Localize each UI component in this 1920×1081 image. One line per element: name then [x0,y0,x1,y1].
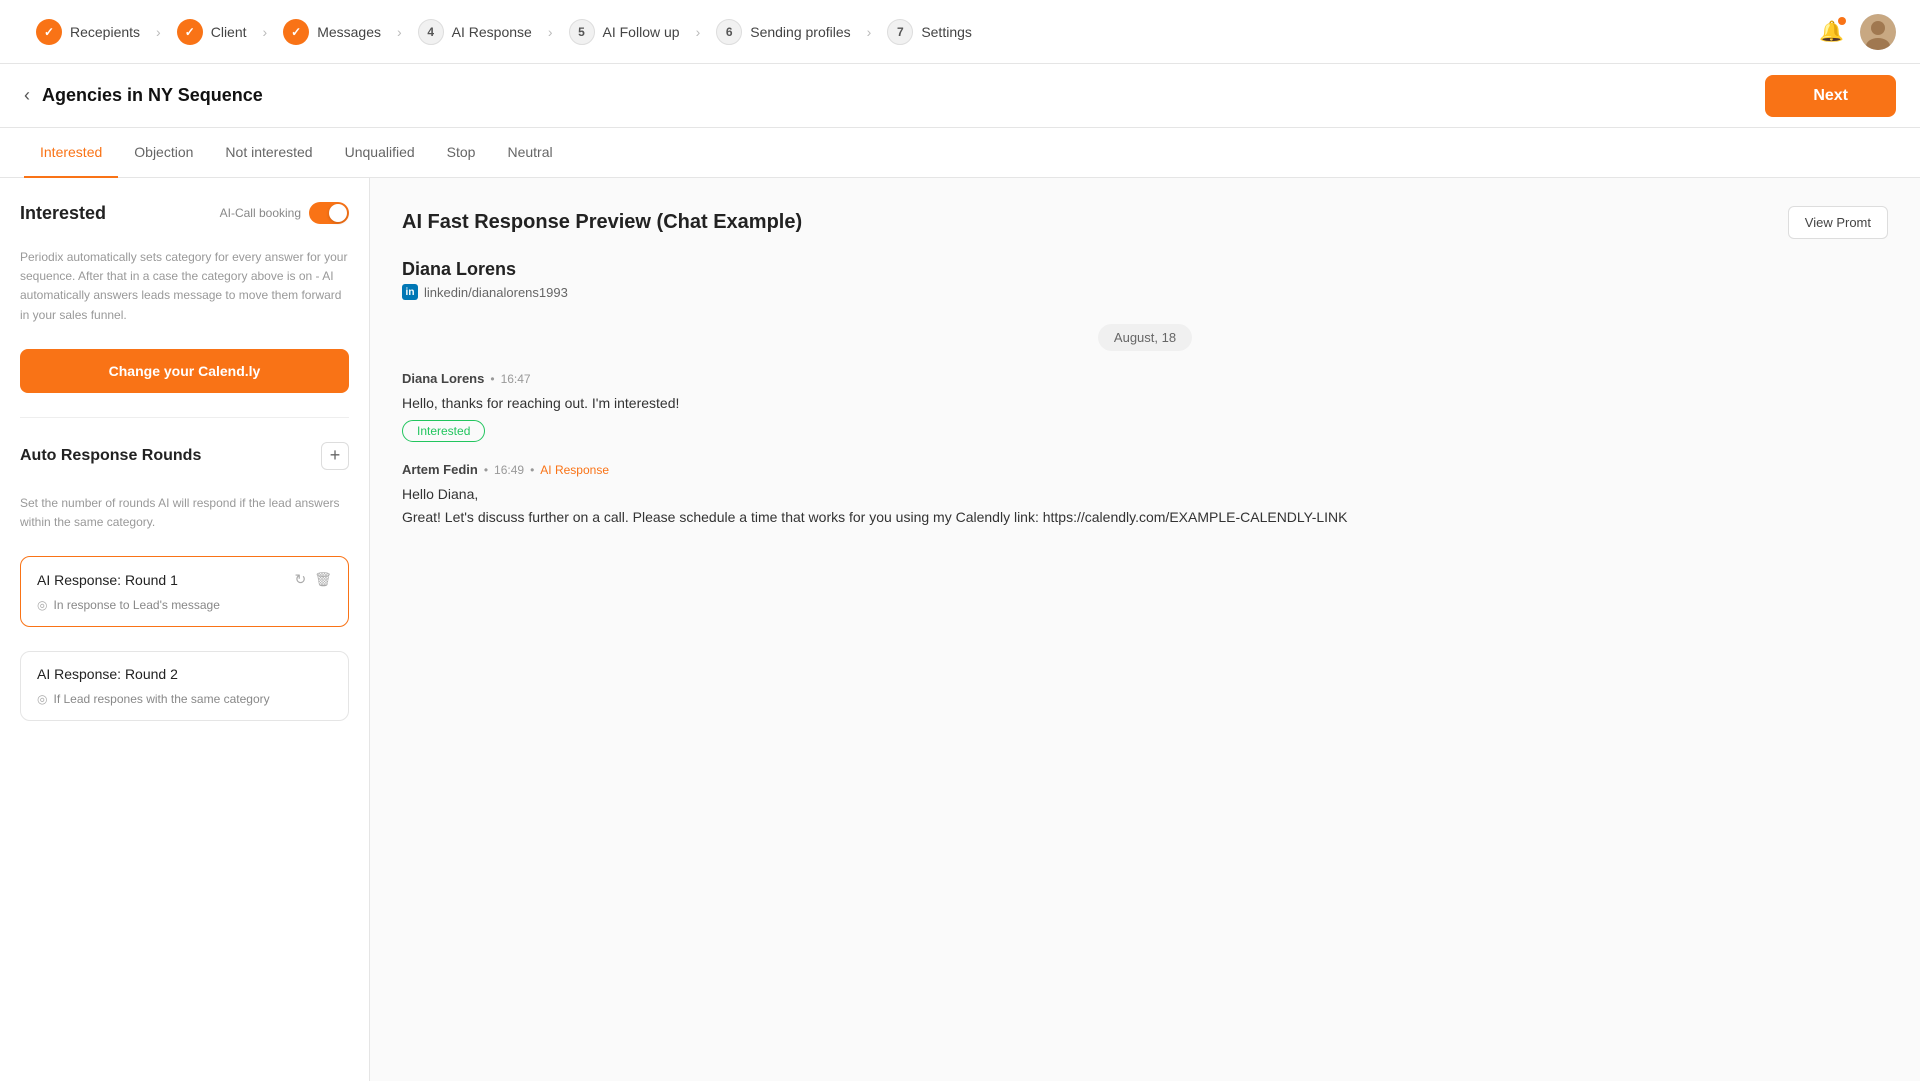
tab-neutral[interactable]: Neutral [491,128,568,178]
chat-message-1: Diana Lorens • 16:47 Hello, thanks for r… [402,371,1888,442]
round-card-1[interactable]: AI Response: Round 1 ↻ 🗑 ◎ In response t… [20,556,349,627]
tab-stop[interactable]: Stop [431,128,492,178]
toggle-knob [329,204,347,222]
avatar[interactable] [1860,14,1896,50]
interested-section-title: Interested [20,203,106,224]
preview-header: AI Fast Response Preview (Chat Example) … [402,206,1888,239]
back-button[interactable]: ‹ [24,85,30,106]
msg-2-meta: Artem Fedin • 16:49 • AI Response [402,462,1888,477]
right-panel: AI Fast Response Preview (Chat Example) … [370,178,1920,1081]
chat-area: August, 18 Diana Lorens • 16:47 Hello, t… [402,324,1888,528]
nav-step-ai-response[interactable]: 4 AI Response [406,19,544,45]
messages-label: Messages [317,24,381,40]
auto-response-header: Auto Response Rounds + [20,442,349,470]
chevron-1: › [152,24,165,40]
recepients-label: Recepients [70,24,140,40]
chat-message-2: Artem Fedin • 16:49 • AI Response Hello … [402,462,1888,528]
ai-response-label: AI Response [452,24,532,40]
msg-2-body: Hello Diana, Great! Let's discuss furthe… [402,483,1888,528]
round-card-2[interactable]: AI Response: Round 2 ◎ If Lead respones … [20,651,349,721]
msg-2-ai-label: AI Response [540,463,609,477]
lead-linkedin-url: linkedin/dianalorens1993 [424,285,568,300]
msg-2-author: Artem Fedin [402,462,478,477]
bell-dot [1838,17,1846,25]
msg-1-dot: • [490,372,494,386]
divider [20,417,349,418]
chevron-3: › [393,24,406,40]
interested-tag: Interested [402,420,485,442]
interested-description: Periodix automatically sets category for… [20,248,349,325]
interested-header: Interested AI-Call booking [20,202,349,224]
tab-interested[interactable]: Interested [24,128,118,178]
nav-step-recepients[interactable]: ✓ Recepients [24,19,152,45]
msg-2-dot: • [484,463,488,477]
lead-name: Diana Lorens [402,259,1888,280]
top-nav: ✓ Recepients › ✓ Client › ✓ Messages › 4… [0,0,1920,64]
auto-response-description: Set the number of rounds AI will respond… [20,494,349,532]
round-2-sub-label: If Lead respones with the same category [53,692,269,706]
messages-icon: ✓ [283,19,309,45]
round-1-sub-label: In response to Lead's message [53,598,219,612]
sending-profiles-label: Sending profiles [750,24,850,40]
recepients-icon: ✓ [36,19,62,45]
linkedin-icon: in [402,284,418,300]
add-round-button[interactable]: + [321,442,349,470]
client-label: Client [211,24,247,40]
msg-1-author: Diana Lorens [402,371,484,386]
round-card-1-header: AI Response: Round 1 ↻ 🗑 [37,571,332,588]
chevron-2: › [259,24,272,40]
settings-num: 7 [887,19,913,45]
ai-response-num: 4 [418,19,444,45]
ai-booking-toggle[interactable] [309,202,349,224]
sending-profiles-num: 6 [716,19,742,45]
chevron-6: › [863,24,876,40]
ai-follow-up-num: 5 [569,19,595,45]
chevron-5: › [692,24,705,40]
date-badge: August, 18 [1098,324,1192,351]
next-button[interactable]: Next [1765,75,1896,117]
nav-step-client[interactable]: ✓ Client [165,19,259,45]
client-icon: ✓ [177,19,203,45]
chevron-4: › [544,24,557,40]
notification-bell[interactable]: 🔔 [1819,19,1844,44]
round-2-title: AI Response: Round 2 [37,666,178,682]
auto-response-title: Auto Response Rounds [20,447,201,465]
round-1-refresh-icon[interactable]: ↻ [294,571,306,588]
preview-title: AI Fast Response Preview (Chat Example) [402,211,802,234]
round-1-actions: ↻ 🗑 [294,571,332,588]
ai-booking-row: AI-Call booking [220,202,349,224]
lead-linkedin: in linkedin/dianalorens1993 [402,284,1888,300]
tabs-bar: Interested Objection Not interested Unqu… [0,128,1920,178]
tab-unqualified[interactable]: Unqualified [329,128,431,178]
tab-not-interested[interactable]: Not interested [209,128,328,178]
msg-1-time: 16:47 [501,372,531,386]
settings-label: Settings [921,24,972,40]
nav-step-settings[interactable]: 7 Settings [875,19,984,45]
left-panel: Interested AI-Call booking Periodix auto… [0,178,370,1081]
main-content: Interested AI-Call booking Periodix auto… [0,178,1920,1081]
msg-2-time: 16:49 [494,463,524,477]
change-calendly-button[interactable]: Change your Calend.ly [20,349,349,393]
nav-step-messages[interactable]: ✓ Messages [271,19,393,45]
round-1-sub: ◎ In response to Lead's message [37,598,332,612]
ai-booking-label: AI-Call booking [220,206,301,220]
round-card-2-header: AI Response: Round 2 [37,666,332,682]
msg-1-body: Hello, thanks for reaching out. I'm inte… [402,392,1888,414]
page-title: Agencies in NY Sequence [42,85,263,106]
page-header-left: ‹ Agencies in NY Sequence [24,85,263,106]
tab-objection[interactable]: Objection [118,128,209,178]
round-1-delete-icon[interactable]: 🗑 [314,571,332,588]
round-2-sub: ◎ If Lead respones with the same categor… [37,692,332,706]
view-prompt-button[interactable]: View Promt [1788,206,1888,239]
page-header: ‹ Agencies in NY Sequence Next [0,64,1920,128]
nav-right: 🔔 [1819,14,1896,50]
ai-follow-up-label: AI Follow up [603,24,680,40]
nav-step-ai-follow-up[interactable]: 5 AI Follow up [557,19,692,45]
msg-1-meta: Diana Lorens • 16:47 [402,371,1888,386]
nav-step-sending-profiles[interactable]: 6 Sending profiles [704,19,862,45]
round-1-title: AI Response: Round 1 [37,572,178,588]
round-2-sub-icon: ◎ [37,692,47,706]
round-1-sub-icon: ◎ [37,598,47,612]
